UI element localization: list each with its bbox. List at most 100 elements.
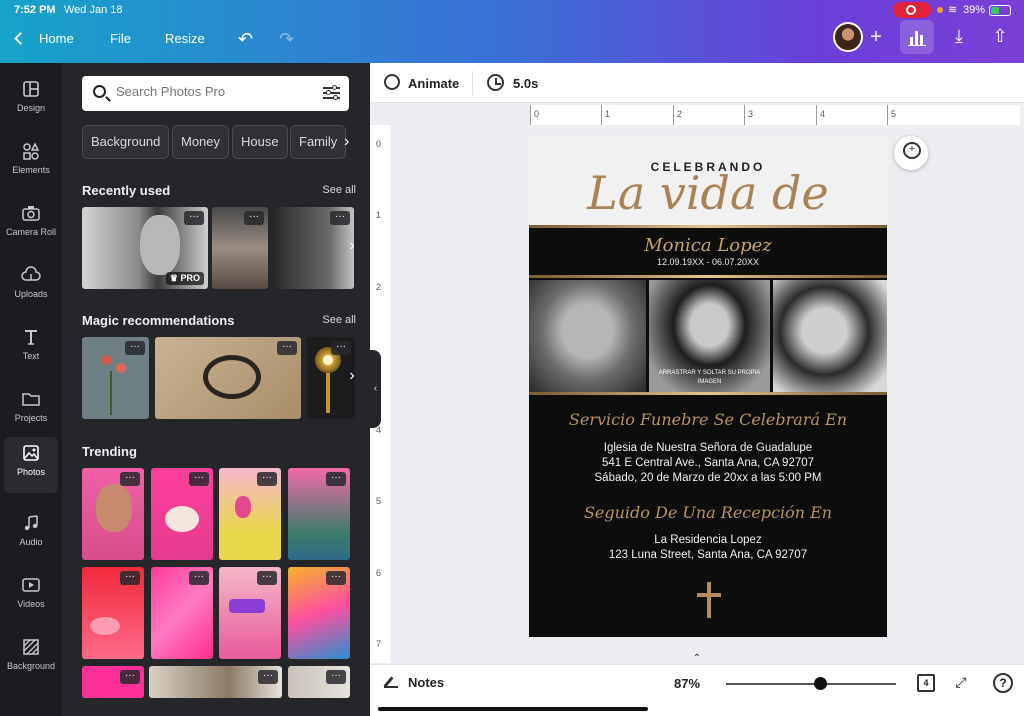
service-line[interactable]: Iglesia de Nuestra Señora de Guadalupe [529,442,887,454]
reception-line[interactable]: La Residencia Lopez [529,534,887,546]
photo-thumbnail[interactable]: ··· [288,468,350,560]
service-line[interactable]: 541 E Central Ave., Santa Ana, CA 92707 [529,457,887,469]
chevron-right-icon[interactable]: › [344,133,364,153]
more-options-icon[interactable]: ··· [257,472,277,486]
more-options-icon[interactable]: ··· [189,571,209,585]
file-menu-button[interactable]: File [110,28,131,50]
zoom-level[interactable]: 87% [674,676,700,691]
photo-thumbnail[interactable]: ··· [219,567,281,659]
collapse-panel-button[interactable]: ‹ [370,350,381,428]
more-options-icon[interactable]: ··· [326,472,346,486]
more-options-icon[interactable]: ··· [120,472,140,486]
fullscreen-icon[interactable]: ⤢ [953,674,969,690]
zoom-slider[interactable] [726,683,896,685]
photo-thumbnail[interactable]: ··· [149,666,282,698]
sidebar-item-label: Projects [14,413,48,423]
more-options-icon[interactable]: ··· [244,211,264,225]
more-options-icon[interactable]: ··· [326,670,346,684]
more-options-icon[interactable]: ··· [326,571,346,585]
more-options-icon[interactable]: ··· [125,341,145,355]
photo-thumbnail[interactable]: ··· ♛ PRO [82,207,208,289]
more-options-icon[interactable]: ··· [330,211,350,225]
sidebar-item-label: Elements [12,165,50,175]
zoom-slider-handle[interactable] [814,677,827,690]
chip-background[interactable]: Background [82,125,170,159]
reception-heading[interactable]: Seguido De Una Recepción En [529,503,887,522]
sidebar-item-label: Design [16,103,45,113]
filter-icon[interactable] [323,85,340,101]
sidebar-item-label: Camera Roll [5,227,56,237]
design-page[interactable]: La vida de CELEBRANDO Monica Lopez 12.09… [529,136,887,637]
sidebar-item-text[interactable]: Text [0,321,62,377]
sidebar-item-camera-roll[interactable]: Camera Roll [0,197,62,253]
photo-thumbnail[interactable]: ··· [82,567,144,659]
more-options-icon[interactable]: ··· [331,341,351,355]
see-all-recent-link[interactable]: See all [322,184,356,196]
photo-frame-placeholder[interactable]: ARRASTRAR Y SOLTAR SU PROPIA IMAGEN [649,280,770,393]
photo-thumbnail[interactable]: ··· [151,468,213,560]
more-options-icon[interactable]: ··· [120,670,140,684]
redo-icon[interactable]: ↷ [279,28,294,50]
add-comment-icon[interactable] [894,136,928,170]
help-button[interactable]: ? [993,673,1013,693]
more-options-icon[interactable]: ··· [258,670,278,684]
photo-thumbnail[interactable]: ··· [82,337,149,419]
chip-house[interactable]: House [232,125,288,159]
photo-thumbnail[interactable]: ··· [212,207,268,289]
cross-icon [707,582,711,618]
more-options-icon[interactable]: ··· [277,341,297,355]
service-heading[interactable]: Servicio Funebre Se Celebrará En [529,410,887,429]
insights-chart-icon[interactable] [900,20,934,54]
photo-thumbnail[interactable]: ··· [155,337,301,419]
add-collaborator-button[interactable]: + [864,26,888,50]
share-icon[interactable]: ⇧ [989,26,1011,48]
ruler-tick: 5 [891,109,897,119]
sidebar-item-background[interactable]: Background [0,631,62,687]
notes-button[interactable]: Notes [408,675,444,690]
chevron-right-icon[interactable]: › [342,237,362,259]
sidebar-item-videos[interactable]: Videos [0,569,62,625]
battery-percent: 39% [963,4,986,16]
photo-thumbnail[interactable]: ··· [82,468,144,560]
elements-icon [23,142,40,160]
animate-button[interactable]: Animate [408,76,459,91]
chip-money[interactable]: Money [172,125,230,159]
more-options-icon[interactable]: ··· [257,571,277,585]
avatar[interactable] [833,22,863,52]
sidebar-item-uploads[interactable]: Uploads [0,259,62,315]
more-options-icon[interactable]: ··· [189,472,209,486]
home-button[interactable]: Home [14,28,74,50]
photo-frame-elder[interactable] [529,280,646,393]
sidebar-item-photos[interactable]: Photos [4,437,58,493]
sidebar-item-projects[interactable]: Projects [0,383,62,439]
reception-line[interactable]: 123 Luna Street, Santa Ana, CA 92707 [529,549,887,561]
more-options-icon[interactable]: ··· [184,211,204,225]
undo-icon[interactable]: ↶ [238,28,253,50]
sidebar-item-elements[interactable]: Elements [0,135,62,191]
search-input[interactable] [116,84,316,99]
chevron-right-icon[interactable]: › [342,367,362,389]
service-line[interactable]: Sábado, 20 de Marzo de 20xx a las 5:00 P… [529,472,887,484]
duration-button[interactable]: 5.0s [513,76,538,91]
status-time: 7:52 PM [14,4,56,16]
name-heading[interactable]: Monica Lopez [529,235,887,256]
see-all-magic-link[interactable]: See all [322,314,356,326]
page-count-button[interactable]: 4 [917,674,935,692]
photo-frame-child[interactable] [773,280,887,393]
chip-family[interactable]: Family [290,125,347,159]
celebrando-heading[interactable]: CELEBRANDO [529,160,887,174]
script-title[interactable]: La vida de [529,166,887,220]
photos-panel: Background Money House Family › Recently… [62,63,370,716]
pro-badge: ♛ PRO [165,272,204,285]
resize-button[interactable]: Resize [165,28,205,50]
sidebar-item-design[interactable]: Design [0,73,62,129]
photo-thumbnail[interactable]: ··· [82,666,144,698]
sidebar-item-audio[interactable]: Audio [0,507,62,563]
download-icon[interactable]: ⤓ [948,26,970,48]
more-options-icon[interactable]: ··· [120,571,140,585]
photo-thumbnail[interactable]: ··· [288,666,350,698]
photo-thumbnail[interactable]: ··· [288,567,350,659]
dates-text[interactable]: 12.09.19XX - 06.07.20XX [529,257,887,267]
photo-thumbnail[interactable]: ··· [151,567,213,659]
photo-thumbnail[interactable]: ··· [219,468,281,560]
